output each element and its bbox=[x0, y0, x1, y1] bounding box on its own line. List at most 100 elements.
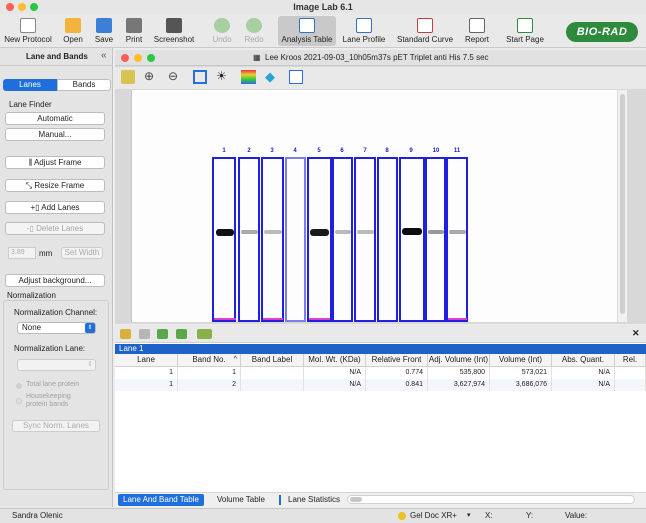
redo-button[interactable]: Redo bbox=[240, 16, 268, 46]
column-header-band-no[interactable]: Band No. ^ bbox=[178, 354, 241, 367]
table-horizontal-scrollbar[interactable] bbox=[347, 495, 635, 504]
lane-10-frame[interactable] bbox=[425, 157, 446, 322]
lane-4-frame[interactable] bbox=[285, 157, 306, 322]
column-header-abs-quant[interactable]: Abs. Quant. bbox=[552, 354, 615, 367]
lane-5-frame[interactable] bbox=[307, 157, 332, 322]
image-tools-icon[interactable] bbox=[121, 70, 135, 84]
lane-profile-button[interactable]: Lane Profile bbox=[340, 16, 388, 46]
tab-lanes[interactable]: Lanes bbox=[3, 79, 57, 91]
norm-channel-select[interactable]: None ⇕ bbox=[17, 322, 96, 334]
close-window-button[interactable] bbox=[6, 3, 14, 11]
automatic-button[interactable]: Automatic bbox=[5, 112, 105, 125]
screenshot-button[interactable]: Screenshot bbox=[152, 16, 196, 46]
table-tool-icon[interactable] bbox=[157, 329, 168, 339]
housekeeping-radio[interactable] bbox=[16, 398, 22, 404]
column-header-volume[interactable]: Volume (Int) bbox=[490, 354, 552, 367]
minimize-window-button[interactable] bbox=[18, 3, 26, 11]
zoom-out-icon[interactable]: ⊖ bbox=[168, 69, 178, 83]
column-header-band-label[interactable]: Band Label bbox=[241, 354, 304, 367]
norm-lane-label: Normalization Lane: bbox=[14, 344, 86, 353]
lane-number: 7 bbox=[363, 148, 367, 154]
start-page-button[interactable]: Start Page bbox=[503, 16, 547, 46]
lane-6-frame[interactable] bbox=[332, 157, 353, 322]
highlight-icon[interactable]: ☀ bbox=[216, 69, 227, 83]
print-button[interactable]: Print bbox=[120, 16, 148, 46]
save-button[interactable]: Save bbox=[90, 16, 118, 46]
scrollbar-thumb[interactable] bbox=[350, 497, 362, 502]
cell-rel bbox=[615, 379, 646, 391]
image-toolbar: ⊕ ⊖ ☀ ◆ bbox=[115, 67, 646, 89]
tab-lane-and-band-table[interactable]: Lane And Band Table bbox=[118, 494, 204, 506]
norm-lane-select[interactable]: ⇕ bbox=[17, 359, 96, 371]
y-coordinate-label: Y: bbox=[526, 511, 534, 520]
zoom-window-button[interactable] bbox=[30, 3, 38, 11]
tab-bands[interactable]: Bands bbox=[57, 79, 111, 91]
band-marker bbox=[309, 318, 330, 320]
column-header-adj-volume[interactable]: Adj. Volume (Int) bbox=[428, 354, 490, 367]
fit-to-window-icon[interactable] bbox=[193, 70, 207, 84]
lane-number: 4 bbox=[293, 148, 297, 154]
gel-band bbox=[310, 229, 329, 236]
zoom-image-button[interactable] bbox=[147, 54, 155, 62]
open-button[interactable]: Open bbox=[58, 16, 88, 46]
lane-number: 8 bbox=[385, 148, 389, 154]
adjust-frame-button[interactable]: ⫼ Adjust Frame bbox=[5, 156, 105, 169]
image-vertical-scrollbar[interactable] bbox=[617, 90, 627, 322]
column-header-lane[interactable]: Lane bbox=[115, 354, 178, 367]
undo-button[interactable]: Undo bbox=[208, 16, 236, 46]
collapse-panel-icon[interactable]: « bbox=[101, 50, 107, 61]
column-header-rel[interactable]: Rel. bbox=[615, 354, 646, 367]
minimize-image-button[interactable] bbox=[134, 54, 142, 62]
scrollbar-thumb[interactable] bbox=[620, 94, 625, 314]
pixel-value-label: Value: bbox=[565, 511, 588, 520]
new-protocol-button[interactable]: New Protocol bbox=[3, 16, 53, 46]
resize-frame-button[interactable]: ⤡ Resize Frame bbox=[5, 179, 105, 192]
adjust-background-button[interactable]: Adjust background... bbox=[5, 274, 105, 287]
zoom-in-icon[interactable]: ⊕ bbox=[144, 69, 154, 83]
lane-width-input[interactable]: 3.89 bbox=[8, 247, 36, 259]
add-lanes-button[interactable]: +▯ Add Lanes bbox=[5, 201, 105, 214]
lane-9-frame[interactable] bbox=[399, 157, 425, 322]
band-marker bbox=[214, 318, 236, 320]
close-image-button[interactable] bbox=[121, 54, 129, 62]
sync-norm-lanes-button[interactable]: Sync Norm. Lanes bbox=[12, 420, 100, 432]
report-button[interactable]: Report bbox=[461, 16, 493, 46]
delete-lanes-button[interactable]: -▯ Delete Lanes bbox=[5, 222, 105, 235]
column-header-mol-wt[interactable]: Mol. Wt. (KDa) bbox=[304, 354, 366, 367]
device-status-icon bbox=[398, 512, 406, 520]
total-lane-protein-radio[interactable] bbox=[16, 383, 22, 389]
image-info-icon[interactable] bbox=[289, 70, 303, 84]
table-tool-icon[interactable] bbox=[120, 329, 131, 339]
image-window-title: Lee Kroos 2021-09-03_10h05m37s pET Tripl… bbox=[265, 53, 489, 62]
gel-band bbox=[357, 230, 374, 234]
table-tool-icon[interactable] bbox=[139, 329, 150, 339]
lane-11-frame[interactable] bbox=[446, 157, 468, 322]
tab-volume-table[interactable]: Volume Table bbox=[212, 494, 270, 506]
export-icon[interactable] bbox=[176, 329, 187, 339]
set-width-button[interactable]: Set Width bbox=[61, 247, 103, 259]
diamond-icon[interactable]: ◆ bbox=[265, 69, 275, 85]
standard-curve-button[interactable]: Standard Curve bbox=[394, 16, 456, 46]
device-dropdown-icon[interactable]: ▾ bbox=[467, 509, 471, 523]
norm-channel-label: Normalization Channel: bbox=[14, 308, 98, 317]
gel-band bbox=[449, 230, 466, 234]
color-palette-icon[interactable] bbox=[241, 70, 256, 84]
lane-8-frame[interactable] bbox=[377, 157, 398, 322]
gel-band bbox=[402, 228, 422, 235]
cell-mol-wt: N/A bbox=[304, 367, 366, 379]
camera-icon bbox=[166, 18, 182, 33]
close-icon[interactable]: ✕ bbox=[632, 328, 640, 339]
folder-icon bbox=[65, 18, 81, 33]
analysis-table-button[interactable]: Analysis Table bbox=[278, 16, 336, 46]
manual-button[interactable]: Manual... bbox=[5, 128, 105, 141]
curve-icon bbox=[417, 18, 433, 33]
lane-2-frame[interactable] bbox=[238, 157, 260, 322]
lane-3-frame[interactable] bbox=[261, 157, 284, 322]
column-header-relative-front[interactable]: Relative Front bbox=[366, 354, 428, 367]
table-options-icon[interactable] bbox=[197, 329, 212, 339]
cell-lane: 1 bbox=[115, 379, 178, 391]
lane-7-frame[interactable] bbox=[354, 157, 376, 322]
tab-lane-statistics[interactable]: Lane Statistics bbox=[283, 494, 345, 506]
lane-1-frame[interactable] bbox=[212, 157, 236, 322]
tab-separator bbox=[279, 495, 281, 505]
